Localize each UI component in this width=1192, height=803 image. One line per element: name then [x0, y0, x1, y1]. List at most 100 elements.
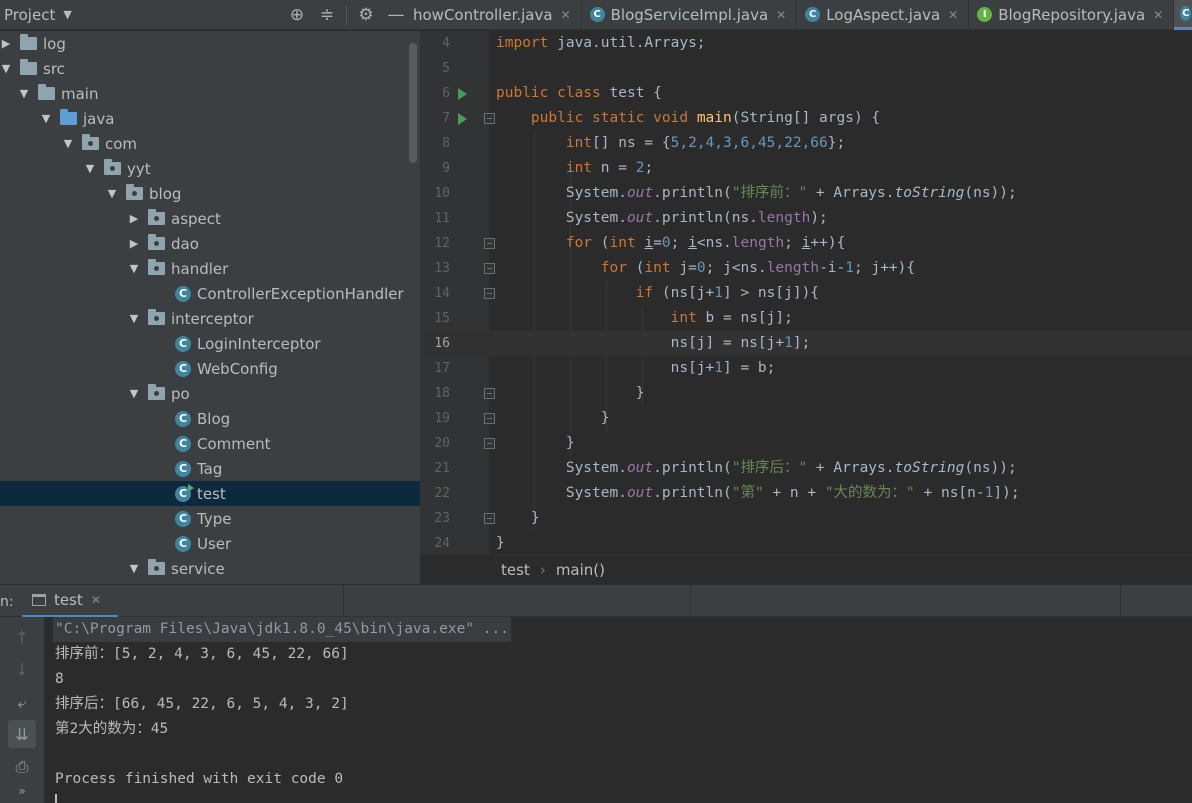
chevron-down-icon[interactable]: ▼ [18, 87, 30, 100]
tree-item-web-config[interactable]: C WebConfig [0, 356, 420, 381]
code-token: out [626, 185, 654, 201]
tree-item-blog[interactable]: ▼ blog [0, 181, 420, 206]
tree-item-com[interactable]: ▼ com [0, 131, 420, 156]
chevron-down-icon[interactable]: ▼ [62, 137, 74, 150]
tree-item-log[interactable]: ▶ log [0, 31, 420, 56]
code-line: 6 public class test { [420, 81, 1192, 106]
locate-icon[interactable]: ⊕ [282, 0, 312, 30]
chevron-down-icon[interactable]: ▼ [128, 562, 140, 575]
tree-item-main[interactable]: ▼ main [0, 81, 420, 106]
tree-item-handler[interactable]: ▼ handler [0, 256, 420, 281]
soft-wrap-icon[interactable]: ⤶ [8, 689, 36, 717]
console-command-line[interactable]: "C:\Program Files\Java\jdk1.8.0_45\bin\j… [53, 617, 511, 642]
chevron-down-icon[interactable]: ▼ [128, 387, 140, 400]
tab-blog-service-impl[interactable]: C BlogServiceImpl.java ✕ [582, 0, 798, 30]
close-icon[interactable]: ✕ [1153, 8, 1163, 22]
code-editor[interactable]: 4 import java.util.Arrays; 5 6 public cl… [420, 31, 1192, 554]
code-token: + ns[n- [914, 485, 985, 501]
tree-item-src[interactable]: ▼ src [0, 56, 420, 81]
close-icon[interactable]: ✕ [561, 8, 571, 22]
code-token: + Arrays. [807, 460, 895, 476]
chevron-down-icon[interactable]: ▼ [84, 162, 96, 175]
chevron-down-icon[interactable]: ▼ [128, 262, 140, 275]
breadcrumb-method[interactable]: main() [556, 561, 605, 579]
tree-item-interceptor[interactable]: ▼ interceptor [0, 306, 420, 331]
chevron-down-icon[interactable]: ▼ [40, 112, 52, 125]
more-icon[interactable]: » [8, 777, 36, 803]
fold-end-icon[interactable] [484, 388, 495, 399]
runnable-class-icon: C [175, 483, 194, 502]
code-token: int [565, 160, 593, 176]
tree-item-aspect[interactable]: ▶ aspect [0, 206, 420, 231]
tree-item-service[interactable]: ▼ service [0, 556, 420, 581]
tree-scrollbar[interactable] [409, 43, 417, 163]
tree-item-po[interactable]: ▼ po [0, 381, 420, 406]
tree-item-comment[interactable]: C Comment [0, 431, 420, 456]
tab-log-aspect[interactable]: C LogAspect.java ✕ [797, 0, 970, 30]
collapse-all-icon[interactable]: ≑ [312, 0, 342, 30]
code-token: ns[j+ [670, 360, 715, 376]
arrow-down-icon[interactable]: ↓ [8, 655, 36, 683]
folder-icon [20, 59, 37, 75]
tree-item-tag[interactable]: C Tag [0, 456, 420, 481]
close-icon[interactable]: ✕ [91, 593, 101, 607]
console-line: 排序后：[66, 45, 22, 6, 5, 4, 3, 2] [55, 696, 349, 712]
run-tab-test[interactable]: test ✕ [22, 585, 118, 618]
line-number: 9 [442, 161, 450, 176]
fold-end-icon[interactable] [484, 413, 495, 424]
tree-item-controller-exception-handler[interactable]: C ControllerExceptionHandler [0, 281, 420, 306]
close-icon[interactable]: ✕ [776, 8, 786, 22]
tree-item-dao[interactable]: ▶ dao [0, 231, 420, 256]
code-line: 5 [420, 56, 1192, 81]
code-token: <ns. [696, 235, 732, 251]
fold-end-icon[interactable] [484, 513, 495, 524]
arrow-up-icon[interactable]: ↑ [8, 623, 36, 651]
gear-icon[interactable]: ⚙ [351, 0, 381, 30]
tab-test-active[interactable]: C [1174, 0, 1192, 30]
fold-icon[interactable] [484, 263, 495, 274]
package-icon [148, 209, 165, 225]
chevron-down-icon[interactable]: ▼ [0, 62, 12, 75]
code-token: "大的数为：" [824, 485, 915, 501]
code-token: ] = b; [723, 360, 776, 376]
scroll-to-end-icon[interactable]: ⇊ [8, 720, 36, 748]
code-line: 19 } [420, 406, 1192, 431]
code-line: 23 } [420, 506, 1192, 531]
chevron-down-icon[interactable]: ▼ [128, 312, 140, 325]
chevron-right-icon[interactable]: ▶ [0, 37, 12, 50]
breadcrumb-class[interactable]: test [501, 561, 530, 579]
hide-icon[interactable]: — [381, 0, 411, 30]
tab-label: BlogServiceImpl.java [610, 5, 769, 24]
fold-icon[interactable] [484, 288, 495, 299]
run-tab-label: test [54, 591, 83, 609]
tab-show-controller[interactable]: howController.java ✕ [413, 0, 582, 30]
tree-item-user[interactable]: C User [0, 531, 420, 556]
run-side-toolbar: ↑ ↓ ⤶ ⇊ ⎙ » [0, 617, 44, 803]
package-icon [148, 384, 165, 400]
console-output[interactable]: "C:\Program Files\Java\jdk1.8.0_45\bin\j… [44, 617, 1192, 803]
top-toolbar: Project ▼ ⊕ ≑ ⚙ — howController.java ✕ C… [0, 0, 1192, 30]
code-token: ( [626, 260, 645, 276]
fold-end-icon[interactable] [484, 438, 495, 449]
run-gutter-icon[interactable] [458, 88, 467, 100]
chevron-down-icon[interactable]: ▼ [106, 187, 118, 200]
project-view-selector[interactable]: Project ▼ [0, 0, 282, 30]
close-icon[interactable]: ✕ [948, 8, 958, 22]
tree-item-login-interceptor[interactable]: C LoginInterceptor [0, 331, 420, 356]
code-token: .println( [653, 485, 732, 501]
divider [690, 585, 691, 618]
code-token: } [530, 510, 540, 526]
tree-item-blog-class[interactable]: C Blog [0, 406, 420, 431]
code-token: if [635, 285, 654, 301]
chevron-right-icon[interactable]: ▶ [128, 212, 140, 225]
tree-item-yyt[interactable]: ▼ yyt [0, 156, 420, 181]
code-token: + n + [763, 485, 825, 501]
tree-item-test[interactable]: Ctest [0, 481, 420, 506]
tree-item-type[interactable]: C Type [0, 506, 420, 531]
tree-item-java[interactable]: ▼ java [0, 106, 420, 131]
fold-icon[interactable] [484, 113, 495, 124]
fold-icon[interactable] [484, 238, 495, 249]
tab-blog-repository[interactable]: I BlogRepository.java ✕ [969, 0, 1175, 30]
chevron-right-icon[interactable]: ▶ [128, 237, 140, 250]
run-gutter-icon[interactable] [458, 113, 467, 125]
